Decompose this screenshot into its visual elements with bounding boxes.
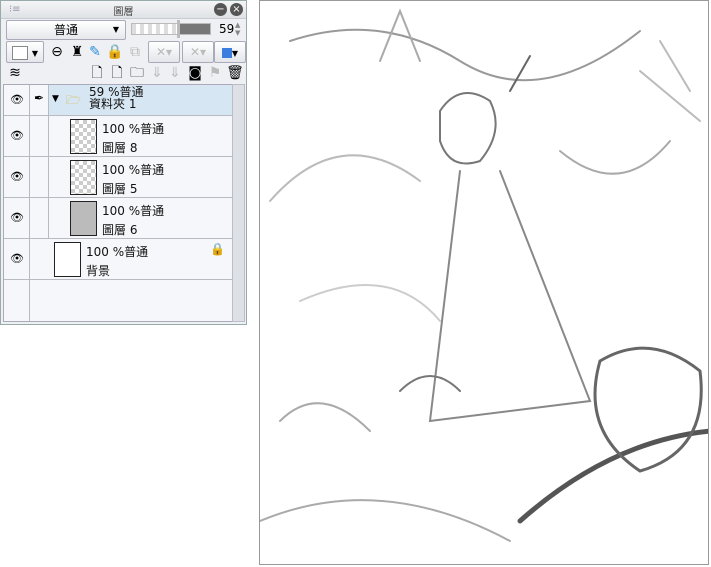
clipping-icon[interactable]: ⊖	[48, 43, 66, 61]
transfer-down-icon[interactable]: ⇓	[148, 64, 166, 82]
layer-row[interactable]: 👁 100 %普通 圖層 5	[4, 157, 232, 198]
opacity-fill	[178, 24, 210, 34]
layer-opacity-blend: 100 %普通	[102, 163, 165, 177]
scrollbar[interactable]	[232, 84, 245, 322]
opacity-spinner[interactable]: ▲ ▼	[235, 21, 240, 37]
layer-thumbnail	[70, 160, 97, 195]
lock-icon: 🔒	[210, 242, 225, 256]
layer-name: 圖層 5	[102, 182, 138, 196]
opacity-value[interactable]: 59	[219, 22, 234, 36]
expand-triangle-icon[interactable]: ▼	[52, 94, 59, 104]
layer-row[interactable]: 👁 100 %普通 圖層 8	[4, 116, 232, 157]
eye-icon[interactable]: 👁	[10, 129, 24, 142]
merge-down-icon[interactable]: ⇓	[166, 64, 184, 82]
mask-button[interactable]: ✕▾	[148, 41, 180, 63]
layer-name: 圖層 8	[102, 141, 138, 155]
layer-properties-icon[interactable]: ≋	[6, 64, 24, 82]
layer-thumbnail	[70, 119, 97, 154]
layer-row-folder[interactable]: 👁 ✒ ▼ 🗁 59 %普通 資料夾 1	[4, 85, 232, 116]
layer-name: 圖層 6	[102, 223, 138, 237]
opacity-knob[interactable]	[177, 20, 181, 38]
column-divider	[29, 239, 30, 279]
eye-icon[interactable]: 👁	[10, 170, 24, 183]
layer-thumbnail	[70, 201, 97, 236]
color-select[interactable]: ▼	[6, 41, 44, 63]
layer-name: 資料夾 1	[89, 97, 137, 111]
lock-transparency-icon[interactable]: ⧉	[126, 43, 144, 61]
panel-title: 圖層	[113, 7, 134, 18]
drawing-canvas[interactable]	[259, 0, 709, 565]
folder-icon: 🗁	[66, 93, 81, 107]
new-vector-layer-icon[interactable]: 🗋	[108, 64, 126, 82]
layer-opacity-blend: 100 %普通	[102, 122, 165, 136]
reference-layer-icon[interactable]: ♜	[68, 43, 86, 61]
new-raster-layer-icon[interactable]: 🗋	[88, 64, 106, 82]
eye-icon[interactable]: 👁	[10, 252, 24, 265]
blend-mode-select[interactable]: 普通 ▼	[6, 20, 126, 40]
layer-list: 👁 ✒ ▼ 🗁 59 %普通 資料夾 1 👁 100 %普通 圖層 8 👁 10…	[3, 84, 233, 322]
apply-mask-icon[interactable]: ⚑	[206, 64, 224, 82]
sketch-artwork	[260, 8, 708, 542]
layer-color-button[interactable]: ▼	[214, 41, 246, 63]
new-folder-icon[interactable]: 🗀	[128, 64, 146, 82]
column-divider	[48, 85, 49, 238]
lock-icon[interactable]: 🔒	[106, 43, 124, 61]
opacity-slider[interactable]	[131, 20, 211, 38]
layer-row[interactable]: 👁 100 %普通 圖層 6	[4, 198, 232, 239]
eye-icon[interactable]: 👁	[10, 211, 24, 224]
delete-layer-icon[interactable]: 🗑	[226, 64, 244, 82]
layer-opacity-blend: 100 %普通	[86, 245, 149, 259]
chevron-down-icon: ▼	[112, 25, 119, 34]
eye-icon[interactable]: 👁	[10, 93, 24, 106]
layer-thumbnail	[54, 242, 81, 277]
layer-name: 背景	[86, 264, 111, 278]
layer-mask-icon[interactable]: ◙	[186, 64, 204, 82]
close-icon[interactable]: ×	[230, 3, 243, 16]
minimize-icon[interactable]: −	[214, 3, 227, 16]
panel-titlebar[interactable]: ⁝≡ 圖層 − ×	[1, 1, 246, 19]
draft-pencil-icon[interactable]: ✎	[86, 43, 104, 61]
ruler-button[interactable]: ✕▾	[182, 41, 214, 63]
layer-row-background[interactable]: 👁 100 %普通 背景 🔒	[4, 239, 232, 280]
blend-mode-value: 普通	[53, 23, 78, 37]
pen-icon: ✒	[34, 91, 45, 105]
layer-opacity-blend: 100 %普通	[102, 204, 165, 218]
